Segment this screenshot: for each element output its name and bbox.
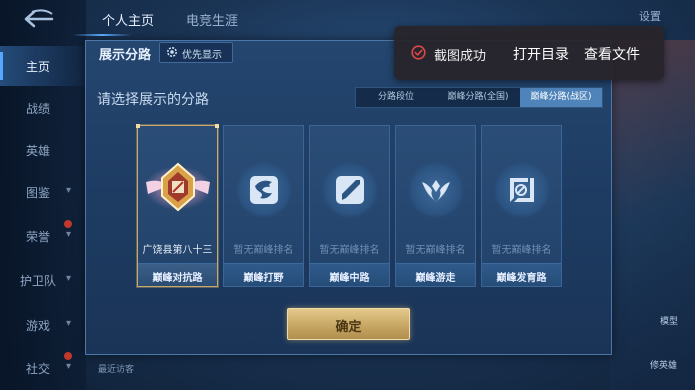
toast-message: 截图成功 [434,49,487,64]
segment-peak-national[interactable]: 巅峰分路(全国) [436,88,520,107]
lane-card-jungle[interactable]: 暂无巅峰排名 巅峰打野 [223,125,304,287]
nav-label: 游戏 [26,319,51,333]
roam-icon [422,180,450,202]
lane-card-mid[interactable]: 暂无巅峰排名 巅峰中路 [309,125,390,287]
open-directory-link[interactable]: 打开目录 [513,44,569,64]
nav-label: 荣誉 [26,230,51,244]
lane-name-bar: 巅峰打野 [224,263,303,286]
lane-name: 巅峰发育路 [496,273,547,284]
lane-card-top[interactable]: 广饶县第八十三 巅峰对抗路 [136,124,219,287]
nav-item-games[interactable]: 游戏 ▾ [0,305,86,345]
nav-label: 战绩 [26,102,51,116]
bot-lane-icon [510,178,534,202]
lane-rank-text: 暂无巅峰排名 [319,245,380,256]
new-badge [64,352,72,360]
view-file-link[interactable]: 查看文件 [584,44,640,64]
tab-esports[interactable]: 电竞生涯 [186,10,238,29]
lane-name-bar: 巅峰游走 [396,263,475,286]
lane-name: 巅峰游走 [415,273,456,284]
back-arrow-icon[interactable] [22,8,56,30]
lane-name: 巅峰打野 [243,273,284,284]
jungle-icon [250,176,278,204]
emblem-circle [322,162,378,218]
nav-item-home[interactable]: 主页 [0,46,86,86]
nav-item-honor[interactable]: 荣誉 ▾ [0,216,86,256]
dialog-title: 展示分路 [99,48,152,63]
chevron-down-icon: ▾ [66,318,72,329]
lane-rank-text: 暂无巅峰排名 [405,245,466,256]
emblem-circle [236,162,292,218]
emblem-circle [494,162,550,218]
settings-link[interactable]: 设置 [639,8,661,24]
left-nav: 主页 战绩 英雄 图鉴 ▾ 荣誉 ▾ 护卫队 ▾ 游戏 ▾ 社交 ▾ [0,0,86,390]
bottom-right-button[interactable]: 修英雄 [650,358,677,371]
new-badge [64,220,72,228]
chevron-down-icon: ▾ [66,185,72,196]
emblem-circle [408,162,464,218]
nav-label: 图鉴 [26,186,51,200]
lane-name-bar: 巅峰对抗路 [138,263,217,286]
nav-label: 主页 [26,60,51,74]
corner-accent [136,124,140,128]
lane-name: 巅峰对抗路 [152,273,203,284]
nav-item-codex[interactable]: 图鉴 ▾ [0,172,86,212]
lane-name-bar: 巅峰发育路 [482,263,561,286]
chevron-down-icon: ▾ [66,229,72,240]
gear-icon [167,47,177,57]
tab-profile[interactable]: 个人主页 [102,10,154,29]
model-button[interactable]: 模型 [660,314,678,327]
lane-rank-text: 暂无巅峰排名 [233,245,294,256]
corner-accent [215,124,219,128]
recent-visitors-label[interactable]: 最近访客 [98,362,134,375]
nav-item-heroes[interactable]: 英雄 [0,130,86,170]
nav-label: 社交 [26,362,51,376]
lane-card-bot[interactable]: 暂无巅峰排名 巅峰发育路 [481,125,562,287]
mid-lane-icon [336,176,364,204]
confirm-button[interactable]: 确定 [287,308,410,340]
lane-rank-text: 暂无巅峰排名 [491,245,552,256]
lane-name: 巅峰中路 [329,273,370,284]
dialog-subtitle: 请选择展示的分路 [97,92,209,108]
chevron-down-icon: ▾ [66,361,72,372]
lane-rank-text: 广饶县第八十三 [142,245,213,256]
nav-item-guard[interactable]: 护卫队 ▾ [0,260,86,300]
title-accent-line [72,34,132,36]
chevron-down-icon: ▾ [66,273,72,284]
check-circle-icon [411,45,426,60]
nav-item-record[interactable]: 战绩 [0,88,86,128]
lane-card-roam[interactable]: 暂无巅峰排名 巅峰游走 [395,125,476,287]
priority-display-button[interactable]: 优先显示 [159,42,233,63]
nav-item-social[interactable]: 社交 ▾ [0,348,86,388]
top-lane-rank-icon [144,162,212,212]
segment-control: 分路段位 巅峰分路(全国) 巅峰分路(战区) [355,87,603,108]
segment-lane-rank[interactable]: 分路段位 [356,88,436,107]
screenshot-toast: 截图成功 打开目录 查看文件 [394,26,664,80]
lane-name-bar: 巅峰中路 [310,263,389,286]
nav-label: 护卫队 [20,274,57,288]
segment-peak-district[interactable]: 巅峰分路(战区) [520,88,602,107]
background-hero-art [610,40,695,390]
priority-label: 优先显示 [182,50,222,61]
nav-label: 英雄 [26,144,51,158]
confirm-label: 确定 [335,320,362,335]
